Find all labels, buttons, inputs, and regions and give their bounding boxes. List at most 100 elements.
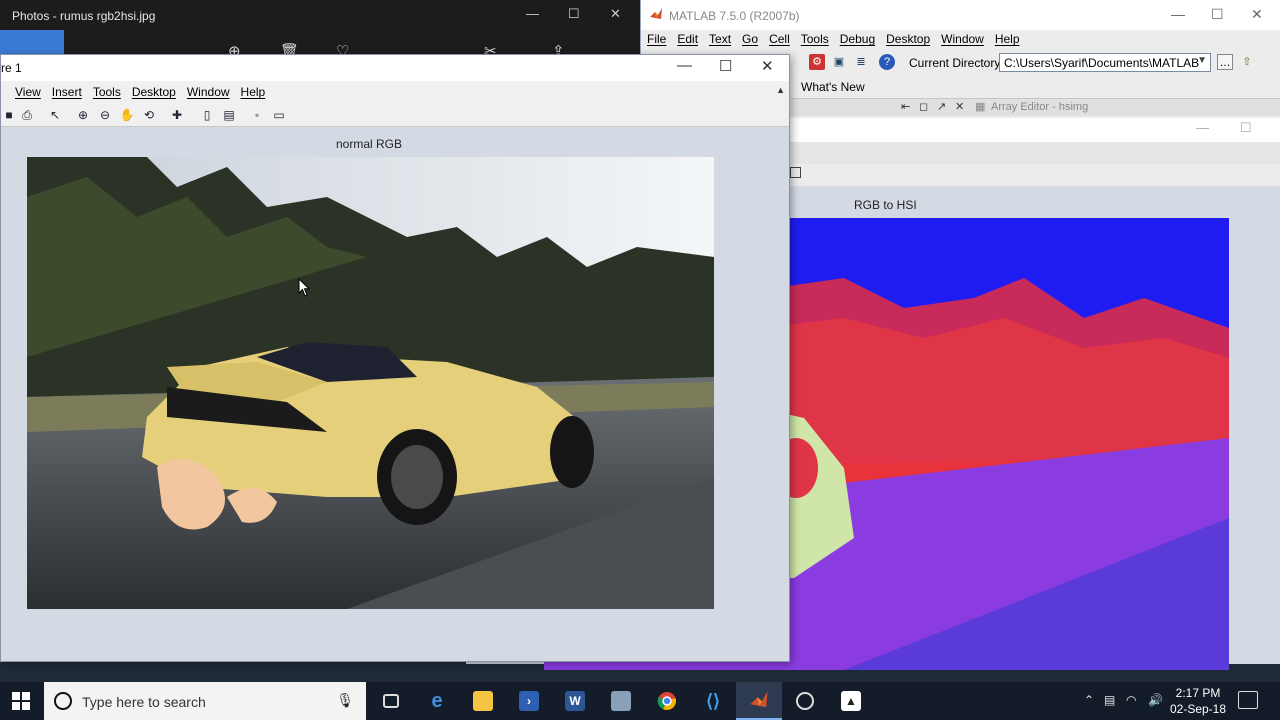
vscode-button[interactable]: ⟨⟩ xyxy=(690,682,736,720)
figure1-menubar: View Insert Tools Desktop Window Help xyxy=(1,81,789,103)
menu-window[interactable]: Window xyxy=(941,32,984,46)
clock-app-icon xyxy=(796,692,814,710)
close-button[interactable]: ✕ xyxy=(610,6,621,22)
taskbar: Type here to search 🎙 e › W ⟨⟩ ▲ ⌃ ▤ ◠ 🔊… xyxy=(0,682,1280,720)
array-editor-title[interactable]: Array Editor - hsimg xyxy=(991,101,1088,113)
edge-button[interactable]: e xyxy=(414,682,460,720)
cortana-icon xyxy=(54,692,72,710)
app-icon xyxy=(611,691,631,711)
maximize-icon[interactable]: ◻ xyxy=(919,100,928,113)
maximize-button[interactable]: ☐ xyxy=(719,57,732,75)
whats-new-link[interactable]: What's New xyxy=(801,80,865,94)
folder-icon xyxy=(473,691,493,711)
network-adapter-icon[interactable]: ▤ xyxy=(1104,693,1115,707)
word-button[interactable]: W xyxy=(552,682,598,720)
minimize-button[interactable]: — xyxy=(677,57,692,74)
matlab-title-bar: MATLAB 7.5.0 (R2007b) — ☐ ✕ xyxy=(641,0,1280,30)
figure2-toolbar xyxy=(788,164,1280,186)
menu-window[interactable]: Window xyxy=(187,85,230,103)
colorbar-icon[interactable]: ▯ xyxy=(199,107,215,123)
minimize-button[interactable]: — xyxy=(526,6,539,21)
menu-desktop[interactable]: Desktop xyxy=(886,32,930,46)
matlab-title: MATLAB 7.5.0 (R2007b) xyxy=(669,9,800,23)
file-explorer-button[interactable] xyxy=(460,682,506,720)
figure1-title: re 1 xyxy=(1,61,22,75)
grid-icon: ▦ xyxy=(975,101,986,113)
taskbar-search-box[interactable]: Type here to search 🎙 xyxy=(44,682,366,720)
maximize-button[interactable]: ☐ xyxy=(1240,120,1252,136)
menu-edit[interactable]: Edit xyxy=(677,32,698,46)
clock-app-button[interactable] xyxy=(782,682,828,720)
browse-button[interactable]: … xyxy=(1217,54,1233,70)
volume-icon[interactable]: 🔊 xyxy=(1148,693,1163,707)
profiler-icon[interactable]: ≣ xyxy=(853,54,869,70)
pan-icon[interactable]: ✋ xyxy=(119,107,135,123)
menu-insert[interactable]: Insert xyxy=(52,85,82,103)
simulink-icon[interactable]: ⚙ xyxy=(809,54,825,70)
close-button[interactable]: ✕ xyxy=(1251,6,1263,23)
menu-text[interactable]: Text xyxy=(709,32,731,46)
menu-help[interactable]: Help xyxy=(241,85,266,103)
menu-help[interactable]: Help xyxy=(995,32,1020,46)
menu-cell[interactable]: Cell xyxy=(769,32,790,46)
pointer-icon[interactable]: ↖ xyxy=(47,107,63,123)
maximize-button[interactable]: ☐ xyxy=(568,6,580,22)
maximize-button[interactable]: ☐ xyxy=(1211,6,1224,23)
microphone-icon[interactable]: 🎙 xyxy=(336,692,354,709)
windows-start-icon[interactable] xyxy=(12,692,30,710)
task-view-button[interactable] xyxy=(368,682,414,720)
rgb-image xyxy=(27,157,714,609)
photos-window: Photos - rumus rgb2hsi.jpg — ☐ ✕ ⊕ 🗑 ♡ ✂… xyxy=(0,0,640,60)
close-icon[interactable]: ✕ xyxy=(955,100,964,113)
array-editor-bar: ⇤ ◻ ↗ ✕ ▦ Array Editor - hsimg xyxy=(791,98,1280,116)
chrome-button[interactable] xyxy=(644,682,690,720)
chevron-down-icon[interactable]: ▼ xyxy=(1197,55,1207,66)
photos-taskbar-button[interactable]: ▲ xyxy=(828,682,874,720)
current-directory-value: C:\Users\Syarif\Documents\MATLAB xyxy=(1004,56,1200,70)
edge-icon: e xyxy=(431,690,443,712)
current-directory-field[interactable]: C:\Users\Syarif\Documents\MATLAB ▼ xyxy=(999,53,1211,72)
chevron-icon[interactable]: ▲ xyxy=(776,85,785,95)
menu-debug[interactable]: Debug xyxy=(840,32,875,46)
chrome-icon xyxy=(657,692,676,710)
app-button[interactable] xyxy=(598,682,644,720)
chevron-up-icon[interactable]: ⌃ xyxy=(1084,693,1094,707)
menu-go[interactable]: Go xyxy=(742,32,758,46)
zoom-in-icon[interactable]: ⊕ xyxy=(75,107,91,123)
clock-date: 02-Sep-18 xyxy=(1169,702,1227,716)
undock-icon[interactable]: ⇤ xyxy=(901,100,910,113)
powershell-button[interactable]: › xyxy=(506,682,552,720)
menu-tools[interactable]: Tools xyxy=(801,32,829,46)
data-cursor-icon[interactable]: ✚ xyxy=(169,107,185,123)
figure1-window: re 1 — ☐ ✕ View Insert Tools Desktop Win… xyxy=(0,54,790,662)
save-icon[interactable]: ■ xyxy=(1,107,17,123)
wifi-icon[interactable]: ◠ xyxy=(1126,693,1136,707)
legend-icon[interactable]: ▤ xyxy=(221,107,237,123)
toggle-icon[interactable] xyxy=(790,167,801,178)
up-folder-icon[interactable]: ⇧ xyxy=(1239,54,1255,70)
figure1-title-bar: re 1 — ☐ ✕ xyxy=(1,55,789,81)
menu-view[interactable]: View xyxy=(15,85,41,103)
photos-window-title: Photos - rumus rgb2hsi.jpg xyxy=(12,9,156,23)
close-button[interactable]: ✕ xyxy=(761,57,774,75)
zoom-out-icon[interactable]: ⊖ xyxy=(97,107,113,123)
axes-title: RGB to HSI xyxy=(854,198,917,212)
photos-icon: ▲ xyxy=(841,691,861,711)
menu-file[interactable]: File xyxy=(647,32,666,46)
matlab-taskbar-button[interactable] xyxy=(736,682,782,720)
system-clock[interactable]: 2:17 PM 02-Sep-18 xyxy=(1168,685,1228,717)
minimize-button[interactable]: — xyxy=(1171,6,1185,22)
menu-desktop[interactable]: Desktop xyxy=(132,85,176,103)
menu-tools[interactable]: Tools xyxy=(93,85,121,103)
vscode-icon: ⟨⟩ xyxy=(705,691,721,711)
show-plot-tools-icon[interactable]: ▭ xyxy=(271,107,287,123)
minimize-button[interactable]: — xyxy=(1196,120,1209,135)
figure1-toolbar: ■ ⎙ ↖ ⊕ ⊖ ✋ ⟲ ✚ ▯ ▤ ▪ ▭ xyxy=(1,103,789,127)
print-icon[interactable]: ⎙ xyxy=(19,107,35,123)
arrow-icon[interactable]: ↗ xyxy=(937,100,946,113)
rotate-icon[interactable]: ⟲ xyxy=(141,107,157,123)
guide-icon[interactable]: ▣ xyxy=(831,54,847,70)
notification-center-icon[interactable] xyxy=(1238,691,1258,709)
help-icon[interactable]: ? xyxy=(879,54,895,70)
hide-plot-tools-icon[interactable]: ▪ xyxy=(249,107,265,123)
